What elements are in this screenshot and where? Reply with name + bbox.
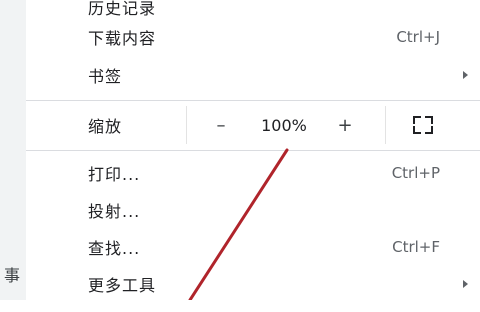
menu-item-label: 书签 xyxy=(88,67,123,86)
zoom-controls: – 100% + xyxy=(186,106,480,144)
menu-item-label: 查找... xyxy=(88,239,141,258)
fullscreen-icon xyxy=(413,116,421,124)
submenu-arrow-icon xyxy=(463,280,468,288)
menu-item-label: 打印... xyxy=(88,165,141,184)
menu-item-label: 更多工具 xyxy=(88,276,157,295)
menu-separator xyxy=(26,100,480,101)
zoom-divider xyxy=(385,106,386,144)
menu-item-shortcut: Ctrl+P xyxy=(391,164,440,182)
menu-item-bookmarks[interactable]: 书签 xyxy=(26,60,480,90)
zoom-row: 缩放 – 100% + xyxy=(26,106,480,144)
background-text: 事 xyxy=(4,266,21,285)
menu-item-shortcut: Ctrl+J xyxy=(396,28,440,46)
fullscreen-button[interactable] xyxy=(411,114,435,136)
menu-item-more-tools[interactable]: 更多工具 xyxy=(26,269,480,299)
fullscreen-icon-corner xyxy=(413,126,421,134)
menu-item-find[interactable]: 查找... Ctrl+F xyxy=(26,232,480,262)
menu-item-label: 投射... xyxy=(88,202,141,221)
browser-menu: 历史记录 下载内容 Ctrl+J 书签 缩放 – 100% + 打印... Ct… xyxy=(26,0,480,312)
submenu-arrow-icon xyxy=(463,71,468,79)
menu-separator xyxy=(26,150,480,151)
menu-item-label: 下载内容 xyxy=(88,29,157,48)
zoom-level: 100% xyxy=(261,115,307,135)
menu-item-cast[interactable]: 投射... xyxy=(26,195,480,225)
zoom-in-button[interactable]: + xyxy=(323,110,367,140)
menu-item-history[interactable]: 历史记录 xyxy=(26,0,480,22)
menu-item-label: 历史记录 xyxy=(88,0,157,18)
zoom-label: 缩放 xyxy=(88,117,123,136)
sidebar-strip: 事 xyxy=(0,0,27,300)
menu-item-print[interactable]: 打印... Ctrl+P xyxy=(26,158,480,188)
menu-item-downloads[interactable]: 下载内容 Ctrl+J xyxy=(26,22,480,52)
zoom-out-button[interactable]: – xyxy=(199,110,243,140)
fullscreen-icon-corner xyxy=(425,126,433,134)
fullscreen-icon-corner xyxy=(425,116,433,124)
menu-item-shortcut: Ctrl+F xyxy=(392,238,440,256)
